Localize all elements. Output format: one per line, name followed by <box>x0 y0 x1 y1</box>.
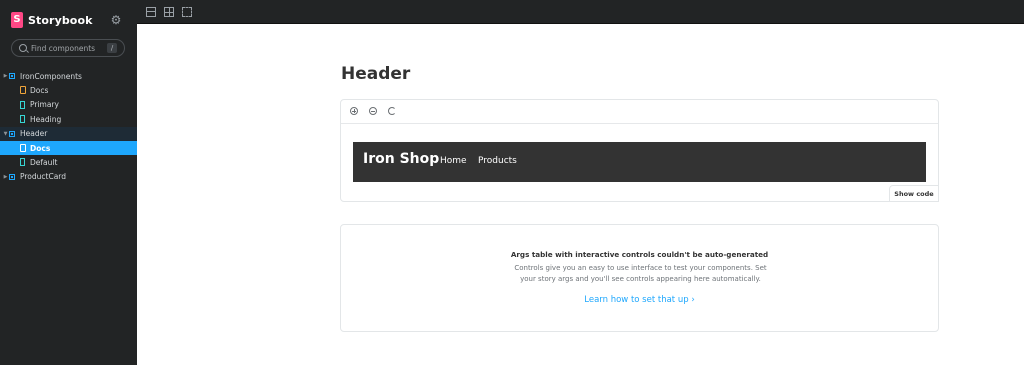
chevron-down-icon: ▼ <box>3 130 8 137</box>
preview-nav-products[interactable]: Products <box>478 156 517 166</box>
args-title: Args table with interactive controls cou… <box>510 250 769 259</box>
preview-nav-home[interactable]: Home <box>440 156 467 166</box>
zoom-icon[interactable] <box>146 7 156 17</box>
docs-main: Header Iron Shop Home Products Show code… <box>137 24 1024 365</box>
grid-icon[interactable] <box>164 7 174 17</box>
tree-item-label: Primary <box>30 100 59 110</box>
toolbar <box>137 0 1024 24</box>
page-title: Header <box>341 64 411 84</box>
show-code-button[interactable]: Show code <box>889 185 939 202</box>
tree-item-header[interactable]: ▼ Header <box>0 126 137 141</box>
args-table-empty-state: Args table with interactive controls cou… <box>340 224 939 332</box>
tree-item-label: Header <box>20 129 48 139</box>
component-icon <box>9 73 15 79</box>
tree-item-label: ProductCard <box>20 172 67 182</box>
docs-icon <box>20 86 26 95</box>
tree-item-header-docs[interactable]: Docs <box>0 140 137 156</box>
zoom-out-icon[interactable] <box>369 107 377 115</box>
brand-name: Storybook <box>28 13 93 27</box>
chevron-right-icon: ▶ <box>3 73 8 80</box>
gear-icon[interactable]: ⚙ <box>110 14 122 26</box>
tree-item-primary[interactable]: Primary <box>0 98 137 112</box>
bookmark-icon <box>20 115 25 124</box>
learn-more-link[interactable]: Learn how to set that up › <box>341 295 938 305</box>
component-icon <box>9 130 15 137</box>
bookmark-icon <box>20 100 25 109</box>
tree-item-label: Docs <box>30 86 49 96</box>
component-icon <box>9 173 15 180</box>
tree-item-productcard[interactable]: ▶ ProductCard <box>0 170 137 184</box>
tree-item-label: Heading <box>30 114 62 124</box>
zoom-in-icon[interactable] <box>350 107 358 115</box>
docs-icon <box>20 143 26 152</box>
tree-item-label: Docs <box>30 143 51 153</box>
search-input[interactable] <box>31 41 109 55</box>
tree-item-label: IronComponents <box>20 71 82 81</box>
component-tree: ▶ IronComponents Docs Primary Heading ▼ … <box>0 69 137 184</box>
search-shortcut-badge: / <box>107 43 117 53</box>
preview-brand[interactable]: Iron Shop <box>363 151 439 167</box>
chevron-right-icon: ▶ <box>3 173 8 180</box>
tree-item-default[interactable]: Default <box>0 155 137 169</box>
preview-header: Iron Shop Home Products <box>353 142 926 182</box>
canvas-toolbar <box>341 100 938 124</box>
storybook-logo-icon: S <box>11 12 23 28</box>
sidebar: S Storybook ⚙ / ▶ IronComponents Docs Pr… <box>0 0 137 365</box>
bookmark-icon <box>20 158 25 167</box>
search-icon <box>19 44 27 52</box>
tree-item-ironcomponents[interactable]: ▶ IronComponents <box>0 69 137 83</box>
story-canvas: Iron Shop Home Products Show code <box>340 99 939 202</box>
search-box[interactable]: / <box>11 39 125 57</box>
tree-item-heading[interactable]: Heading <box>0 112 137 126</box>
tree-item-label: Default <box>30 158 58 168</box>
storybook-brand[interactable]: S Storybook <box>11 12 93 28</box>
args-description: Controls give you an easy to use interfa… <box>514 264 767 283</box>
reset-zoom-icon[interactable] <box>388 107 396 115</box>
outline-icon[interactable] <box>182 7 192 17</box>
tree-item-ironcomponents-docs[interactable]: Docs <box>0 83 137 97</box>
